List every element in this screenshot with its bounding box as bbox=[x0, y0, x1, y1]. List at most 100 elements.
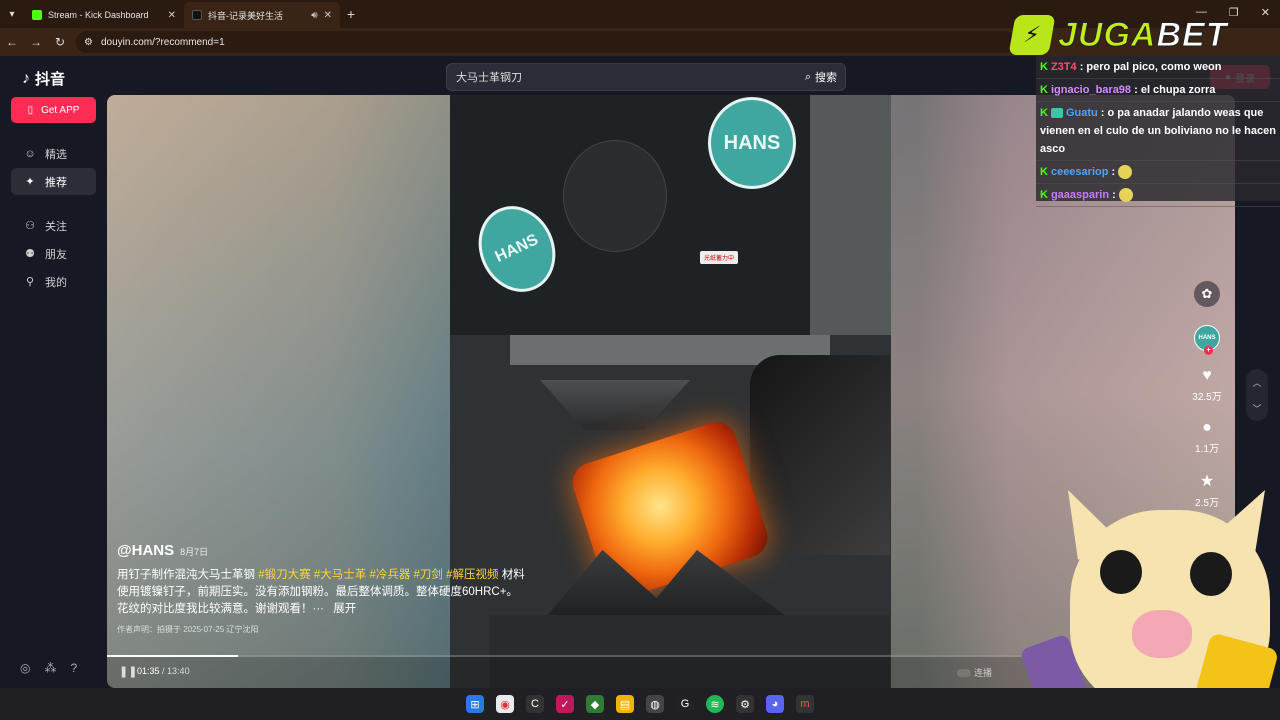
search-icon: ⌕ bbox=[804, 70, 811, 83]
sidebar-item-following[interactable]: ⚇ 关注 bbox=[11, 212, 96, 239]
close-tab-icon[interactable]: ✕ bbox=[168, 10, 176, 21]
tab-title: 抖音-记录美好生活 bbox=[208, 10, 283, 21]
time-display: 01:35 / 13:40 bbox=[137, 666, 190, 676]
search-input[interactable]: 大马士革钢刀 ⌕ 搜索 bbox=[446, 63, 846, 91]
lightning-bolt-icon: ⚡ bbox=[1008, 15, 1056, 55]
app-shield-icon[interactable]: ◆ bbox=[586, 695, 604, 713]
action-column: ✿ HANS + ♥ 32.5万 ● 1.1万 ★ 2.5万 bbox=[1188, 281, 1226, 509]
chrome-icon[interactable]: ◉ bbox=[496, 695, 514, 713]
discord-icon[interactable]: ◕ bbox=[766, 695, 784, 713]
settings-icon[interactable]: ◎ bbox=[20, 661, 30, 675]
tab-kick-dashboard[interactable]: Stream - Kick Dashboard ✕ bbox=[24, 2, 184, 28]
autoplay-label: 连播 bbox=[974, 668, 993, 678]
reload-icon[interactable]: ↻ bbox=[48, 35, 72, 49]
author-avatar[interactable]: HANS + bbox=[1194, 325, 1220, 355]
gauge-disc bbox=[563, 140, 667, 252]
video-caption: @HANS 8月7日 用钉子制作混沌大马士革钢 #锻刀大赛 #大马士革 #冷兵器… bbox=[117, 542, 527, 635]
kick-badge-icon: K bbox=[1040, 107, 1048, 119]
cat-eye bbox=[1190, 552, 1232, 596]
sidebar-item-label: 推荐 bbox=[45, 176, 67, 189]
url-text: douyin.com/?recommend=1 bbox=[100, 36, 225, 48]
forward-icon[interactable]: → bbox=[24, 35, 48, 49]
spotify-icon[interactable]: ≋ bbox=[706, 695, 724, 713]
sidebar-item-label: 我的 bbox=[45, 276, 67, 289]
kick-badge-icon: K bbox=[1040, 61, 1048, 73]
hashtag-link[interactable]: #大马士革 bbox=[314, 569, 366, 581]
brand-text: JUGABET bbox=[1057, 15, 1227, 55]
hans-sticker: HANS bbox=[708, 97, 796, 189]
progress-fill bbox=[107, 655, 238, 657]
follow-plus-icon[interactable]: + bbox=[1204, 346, 1213, 355]
close-tab-icon[interactable]: ✕ bbox=[324, 10, 332, 21]
press-die-top bbox=[540, 380, 690, 430]
get-app-button[interactable]: ▯ Get APP bbox=[11, 97, 96, 123]
comment-button[interactable]: ● 1.1万 bbox=[1195, 419, 1219, 455]
hashtag-link[interactable]: #锻刀大赛 bbox=[258, 569, 310, 581]
app-c-icon[interactable]: C bbox=[526, 695, 544, 713]
hashtag-link[interactable]: #刀剑 bbox=[414, 569, 443, 581]
follow-icon: ⚇ bbox=[25, 220, 35, 232]
tab-douyin[interactable]: 抖音-记录美好生活 🔊︎ ✕ bbox=[184, 2, 340, 28]
sidebar-item-label: 朋友 bbox=[45, 248, 67, 261]
back-icon[interactable]: ← bbox=[0, 35, 24, 49]
user-icon: ⚲ bbox=[25, 276, 35, 288]
chat-username: Guatu bbox=[1065, 107, 1098, 119]
tab-search-chevron-icon[interactable]: ▾ bbox=[0, 0, 24, 28]
chevron-up-icon[interactable]: ︿ bbox=[1252, 376, 1261, 389]
steam-icon[interactable]: ⚙ bbox=[736, 695, 754, 713]
phone-icon: ▯ bbox=[27, 104, 34, 116]
hashtag-link[interactable]: #解压视频 bbox=[446, 569, 498, 581]
chat-message: K Z3T4 : pero pal pico, como weon bbox=[1036, 56, 1280, 79]
stream-chat-overlay: K Z3T4 : pero pal pico, como weon Kignaci… bbox=[1036, 56, 1280, 207]
chat-message: Kignacio_bara98 : el chupa zorra bbox=[1036, 79, 1280, 102]
obs-icon[interactable]: ◍ bbox=[646, 695, 664, 713]
sidebar-item-recommend[interactable]: ✦ 推荐 bbox=[11, 168, 96, 195]
video-description: 用钉子制作混沌大马士革钢 #锻刀大赛 #大马士革 #冷兵器 #刀剑 #解压视频 … bbox=[117, 567, 527, 618]
sidebar-nav: ☺ 精选 ✦ 推荐 ⚇ 关注 ⚉ 朋友 ⚲ 我的 bbox=[11, 140, 96, 296]
windows-start-icon[interactable]: ⊞ bbox=[466, 695, 484, 713]
help-icon[interactable]: ? bbox=[70, 661, 77, 675]
folder-icon[interactable]: ▤ bbox=[616, 695, 634, 713]
kick-badge-icon: K bbox=[1040, 166, 1048, 178]
new-tab-button[interactable]: + bbox=[340, 6, 362, 22]
search-button-label: 搜索 bbox=[815, 72, 837, 84]
expand-link[interactable]: 展开 bbox=[333, 603, 356, 615]
time-current: 01:35 bbox=[137, 666, 160, 676]
sidebar-item-label: 精选 bbox=[45, 148, 67, 161]
flower-icon[interactable]: ✿ bbox=[1194, 281, 1220, 307]
more-apps-icon[interactable]: ⁂ bbox=[44, 661, 56, 675]
sidebar-item-featured[interactable]: ☺ 精选 bbox=[11, 140, 96, 167]
autoplay-toggle[interactable]: 连播 bbox=[957, 666, 992, 679]
douyin-logo[interactable]: ♪ 抖音 bbox=[22, 68, 65, 89]
kick-badge-icon: K bbox=[1040, 189, 1048, 201]
site-info-icon[interactable]: ⚙ bbox=[84, 37, 93, 48]
like-button[interactable]: ♥ 32.5万 bbox=[1192, 367, 1221, 403]
heart-icon: ♥ bbox=[1202, 367, 1212, 384]
audio-icon[interactable]: 🔊︎ bbox=[311, 10, 317, 21]
sidebar-item-friends[interactable]: ⚉ 朋友 bbox=[11, 240, 96, 267]
toggle-icon bbox=[957, 668, 971, 677]
chevron-down-icon[interactable]: ﹀ bbox=[1252, 402, 1261, 415]
address-bar[interactable]: ⚙ douyin.com/?recommend=1 bbox=[76, 31, 1016, 53]
search-text: 大马士革钢刀 bbox=[456, 72, 522, 84]
chat-username: ignacio_bara98 bbox=[1050, 84, 1132, 96]
author-name[interactable]: @HANS bbox=[117, 542, 174, 559]
app-check-icon[interactable]: ✓ bbox=[556, 695, 574, 713]
sidebar-item-me[interactable]: ⚲ 我的 bbox=[11, 268, 96, 295]
os-taskbar: ⊞ ◉ C ✓ ◆ ▤ ◍ G ≋ ⚙ ◕ m bbox=[0, 688, 1280, 720]
press-side bbox=[810, 95, 891, 335]
avatar-text: HANS bbox=[1198, 335, 1216, 341]
pause-icon[interactable]: ❚❚ bbox=[119, 665, 137, 678]
app-m-icon[interactable]: m bbox=[796, 695, 814, 713]
device-label: 光纸蓄力中 bbox=[700, 251, 739, 264]
brand-text-a: JUGA bbox=[1057, 15, 1157, 54]
star-icon: ★ bbox=[1199, 473, 1215, 490]
post-date: 8月7日 bbox=[180, 547, 209, 557]
search-button[interactable]: ⌕ 搜索 bbox=[805, 69, 837, 85]
logo-text: 抖音 bbox=[35, 71, 66, 88]
chat-message: Kgaaasparin : bbox=[1036, 184, 1280, 207]
app-g-icon[interactable]: G bbox=[676, 695, 694, 713]
streamer-cat-avatar bbox=[1019, 490, 1280, 720]
hashtag-link[interactable]: #冷兵器 bbox=[369, 569, 410, 581]
cat-nose bbox=[1132, 610, 1192, 658]
